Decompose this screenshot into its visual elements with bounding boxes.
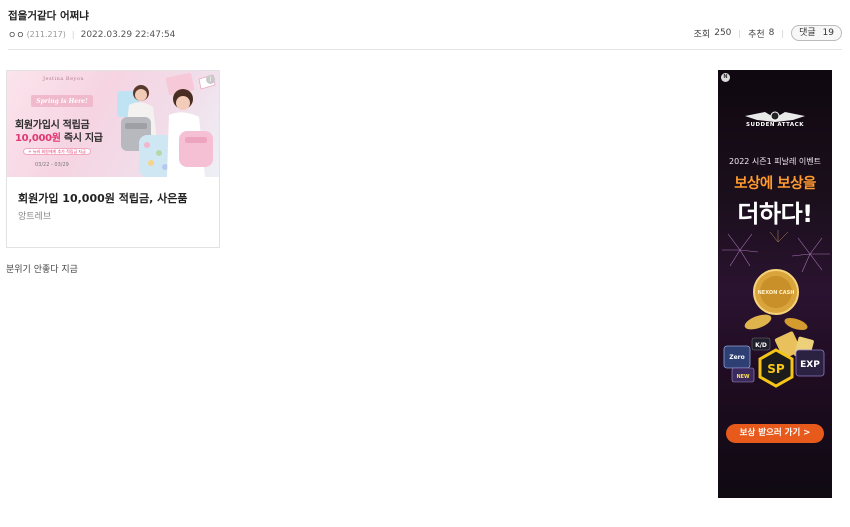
ad-image-amount: 10,000원 [15,133,61,144]
meta-divider: | [738,28,742,38]
reply-count: 19 [822,28,834,38]
ad-image-date: 03/22 - 03/29 [35,162,69,168]
medal-text: NEXON CASH [758,290,795,296]
sp-chip-text: SP [767,362,785,376]
exp-chip-text: EXP [800,360,820,370]
ad-image-banner-text: Spring is Here! [36,97,88,105]
recommend-label: 추천 [748,29,765,40]
post-title: 접을거같다 어쩌냐 [8,10,89,22]
side-logo-text: SUDDEN ATTACK [746,122,804,128]
author-ip: (211.217) [26,30,66,39]
ad-badge-icon: N [721,73,730,82]
side-banner-ad[interactable]: N SUDDEN ATTACK 2022 시즌1 피날레 이벤트 보상에 보상을… [718,70,832,498]
meta-divider: | [781,28,785,38]
side-cta-button[interactable]: 보상 받으러 가기 > [726,424,824,443]
reply-count-button[interactable]: 댓글 19 [791,25,842,41]
reply-label: 댓글 [799,28,816,38]
post-content: 분위기 안좋다 지금 [6,265,78,275]
side-headline-2: 더하다! [737,200,813,228]
new-chip-text: NEW [736,374,750,380]
ad-image-subheadline-rest: 즉시 지급 [60,133,103,144]
views-label: 조회 [693,29,711,40]
side-rewards-illustration: NEXON CASH Zero NEW EXP K/D SP [722,230,830,388]
author-nickname[interactable]: ㅇㅇ [8,28,25,41]
kd-chip-text: K/D [755,342,767,349]
post-date: 2022.03.29 22:47:54 [80,29,176,40]
native-ad-card[interactable]: Jestina Beyou Spring is Here! 회원가입시 적립금 … [6,70,220,248]
post-meta-right: 조회 250 | 추천 8 | 댓글 19 [694,25,842,41]
ad-models-illustration [117,72,216,177]
post-header: 접을거같다 어쩌냐 ㅇㅇ (211.217) | 2022.03.29 22:4… [8,0,842,50]
meta-divider: | [71,30,75,39]
post-meta-left: ㅇㅇ (211.217) | 2022.03.29 22:47:54 [8,28,176,42]
ad-image-subheadline: 10,000원 즉시 지급 [15,129,103,144]
ad-image-banner: Spring is Here! [31,95,93,107]
ad-source: 앙트레브 [18,212,52,222]
ad-image-pill: + 뉴비 회원에게 추가 적립금 지급 [23,148,91,155]
ad-image-brand: Jestina Beyou [43,76,85,82]
side-event-title: 2022 시즌1 피날레 이벤트 [729,157,821,166]
zero-chip-text: Zero [729,354,745,361]
ad-info-icon[interactable]: i [206,75,215,84]
ad-title[interactable]: 회원가입 10,000원 적립금, 사은품 [18,190,187,206]
recommend-count: 8 [768,28,775,38]
side-headline-1: 보상에 보상을 [734,176,816,192]
views-count: 250 [714,28,732,38]
ad-image[interactable]: Jestina Beyou Spring is Here! 회원가입시 적립금 … [7,71,219,177]
